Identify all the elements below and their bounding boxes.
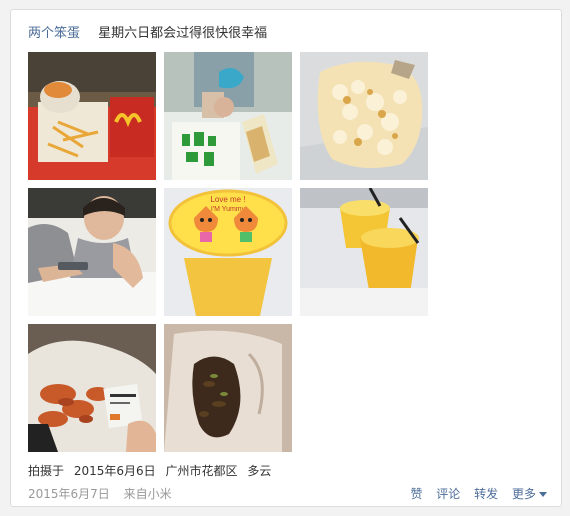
post-footer: 2015年6月7日 来自小米: [28, 485, 182, 502]
photo-8[interactable]: [164, 324, 292, 452]
author-name[interactable]: 两个笨蛋: [28, 26, 80, 41]
photo-7[interactable]: [28, 324, 156, 452]
comment-button[interactable]: 评论: [436, 487, 460, 501]
photo-3[interactable]: [300, 52, 428, 180]
photo-meta: 拍摄于 2015年6月6日 广州市花都区 多云: [28, 462, 277, 479]
like-button[interactable]: 赞: [410, 487, 422, 501]
post-header: 两个笨蛋 星期六日都会过得很快很幸福: [28, 22, 267, 41]
photo-1[interactable]: [28, 52, 156, 180]
taken-label: 拍摄于: [28, 464, 65, 478]
photo-5[interactable]: Love me ! I'M Yummy: [164, 188, 292, 316]
post-actions: 赞 评论 转发 更多: [400, 485, 547, 502]
post-date: 2015年6月7日: [28, 487, 110, 501]
post-card: 两个笨蛋 星期六日都会过得很快很幸福 Love me ! I'M Yummy 拍…: [10, 9, 562, 507]
chevron-down-icon: [539, 492, 547, 497]
more-button[interactable]: 更多: [512, 487, 547, 501]
photo-2[interactable]: [164, 52, 292, 180]
location[interactable]: 广州市花都区: [165, 464, 237, 478]
lid-text-1: Love me !: [210, 195, 245, 204]
weather: 多云: [247, 464, 272, 478]
more-label: 更多: [511, 487, 536, 501]
photo-6[interactable]: [300, 188, 428, 316]
photo-4[interactable]: [28, 188, 156, 316]
status-text: 星期六日都会过得很快很幸福: [98, 26, 268, 41]
share-button[interactable]: 转发: [474, 487, 498, 501]
post-source: 来自小米: [123, 487, 172, 501]
taken-date: 2015年6月6日: [73, 464, 156, 478]
